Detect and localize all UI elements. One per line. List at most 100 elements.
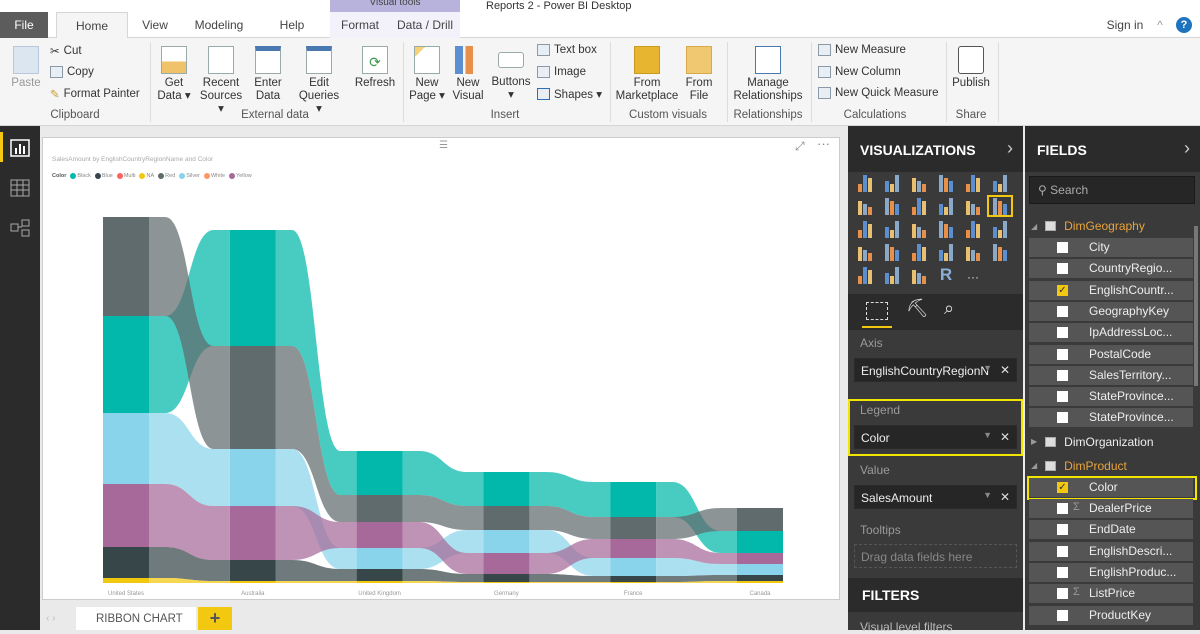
ribbon-na[interactable] — [529, 582, 611, 583]
chevron-down-icon[interactable]: ▼ — [983, 430, 992, 440]
segment-red[interactable] — [610, 517, 657, 539]
checkbox[interactable] — [1057, 545, 1068, 557]
data-view-icon[interactable] — [0, 168, 40, 208]
remove-field-icon[interactable]: ✕ — [1000, 490, 1010, 504]
segment-black[interactable] — [103, 316, 149, 413]
tab-home[interactable]: Home — [56, 12, 128, 39]
edit-queries-button[interactable]: Edit Queries ▾ — [296, 46, 342, 116]
refresh-button[interactable]: ⟳ Refresh — [354, 46, 396, 90]
segment-yellow[interactable] — [737, 553, 783, 564]
segment-silver[interactable] — [610, 558, 657, 576]
expanded-triangle-icon[interactable]: ◢ — [1031, 222, 1037, 231]
ribbon-blue[interactable] — [656, 575, 737, 582]
field-item[interactable]: StateProvince... — [1029, 408, 1193, 428]
image-button[interactable]: Image — [537, 66, 586, 78]
funnel-visual-icon[interactable] — [881, 243, 903, 261]
segment-silver[interactable] — [229, 449, 276, 506]
tab-modeling[interactable]: Modeling — [188, 12, 250, 38]
add-page-button[interactable]: + — [198, 607, 232, 630]
field-item[interactable]: PostalCode — [1029, 344, 1193, 364]
segment-silver[interactable] — [737, 564, 783, 575]
field-item[interactable]: ProductKey — [1029, 605, 1193, 625]
expanded-triangle-icon[interactable]: ◢ — [1031, 461, 1037, 470]
map-visual-icon[interactable] — [989, 220, 1011, 238]
segment-black[interactable] — [737, 531, 783, 553]
clustered-bar-visual-icon[interactable] — [908, 174, 930, 192]
slicer-visual-icon[interactable] — [854, 266, 876, 284]
checkbox[interactable] — [1057, 327, 1068, 339]
segment-black[interactable] — [229, 230, 276, 346]
segment-na[interactable] — [610, 582, 657, 583]
checkbox[interactable] — [1057, 348, 1068, 360]
waterfall-visual-icon[interactable] — [854, 220, 876, 238]
copy-button[interactable]: Copy — [50, 66, 94, 78]
card-visual-icon[interactable] — [935, 243, 957, 261]
segment-na[interactable] — [737, 581, 783, 583]
collapse-chevron-icon[interactable]: › — [1007, 138, 1013, 159]
field-item[interactable]: ✓ EnglishCountr... — [1029, 280, 1193, 300]
fields-tab-icon[interactable] — [866, 302, 888, 320]
100-bar-visual-icon[interactable] — [962, 174, 984, 192]
100-column-visual-icon[interactable] — [989, 174, 1011, 192]
chevron-down-icon[interactable]: ▼ — [983, 490, 992, 500]
model-view-icon[interactable] — [0, 208, 40, 248]
collapse-chevron-icon[interactable]: › — [1184, 138, 1190, 159]
gauge-visual-icon[interactable] — [908, 243, 930, 261]
ribbon-visual-icon[interactable] — [987, 195, 1013, 217]
segment-yellow[interactable] — [483, 553, 530, 574]
multi-row-card-visual-icon[interactable] — [962, 243, 984, 261]
report-view-icon[interactable] — [0, 128, 40, 168]
segment-black[interactable] — [610, 482, 657, 517]
axis-field-well[interactable]: EnglishCountryRegionN ▼ ✕ — [854, 358, 1017, 382]
shapes-button[interactable]: Shapes ▾ — [537, 87, 602, 101]
tab-data-drill[interactable]: Data / Drill — [390, 12, 460, 38]
checkbox[interactable] — [1057, 412, 1068, 424]
stacked-bar-visual-icon[interactable] — [854, 174, 876, 192]
checkbox[interactable]: ✓ — [1057, 284, 1068, 296]
field-item[interactable]: CountryRegio... — [1029, 259, 1193, 279]
segment-red[interactable] — [356, 495, 403, 522]
ribbon-na[interactable] — [275, 581, 357, 583]
field-item[interactable]: GeographyKey — [1029, 301, 1193, 321]
buttons-button[interactable]: Buttons ▾ — [489, 46, 533, 102]
new-visual-button[interactable]: New Visual — [450, 46, 486, 103]
segment-blue[interactable] — [483, 574, 530, 582]
fields-search-input[interactable]: ⚲ Search — [1029, 176, 1195, 204]
kpi-visual-icon[interactable] — [989, 243, 1011, 261]
stacked-area-visual-icon[interactable] — [908, 197, 930, 215]
segment-blue[interactable] — [356, 569, 403, 581]
stacked-column-visual-icon[interactable] — [881, 174, 903, 192]
line-stacked-column-visual-icon[interactable] — [935, 197, 957, 215]
remove-field-icon[interactable]: ✕ — [1000, 363, 1010, 377]
tab-help[interactable]: Help — [270, 12, 314, 38]
publish-button[interactable]: Publish — [950, 46, 992, 90]
segment-silver[interactable] — [103, 413, 149, 484]
clustered-column-visual-icon[interactable] — [935, 174, 957, 192]
new-page-button[interactable]: New Page ▾ — [408, 46, 446, 103]
fields-scrollbar[interactable] — [1194, 226, 1198, 386]
segment-na[interactable] — [103, 578, 149, 583]
treemap-visual-icon[interactable] — [962, 220, 984, 238]
chevron-down-icon[interactable]: ▼ — [983, 363, 992, 373]
line-clustered-column-visual-icon[interactable] — [962, 197, 984, 215]
get-data-button[interactable]: Get Data ▾ — [156, 46, 192, 103]
segment-yellow[interactable] — [229, 506, 276, 560]
checkbox[interactable] — [1057, 609, 1068, 621]
segment-red[interactable] — [103, 217, 149, 316]
pie-visual-icon[interactable] — [908, 220, 930, 238]
segment-blue[interactable] — [103, 547, 149, 578]
collapsed-triangle-icon[interactable]: ▶ — [1031, 437, 1037, 446]
collapse-ribbon-icon[interactable]: ^ — [1152, 12, 1168, 38]
legend-field-well[interactable]: Color ▼ ✕ — [854, 425, 1017, 449]
format-painter-button[interactable]: ✎ Format Painter — [50, 87, 140, 101]
segment-na[interactable] — [356, 581, 403, 583]
field-item[interactable]: IpAddressLoc... — [1029, 323, 1193, 343]
segment-na[interactable] — [483, 582, 530, 583]
r-visual-visual-icon[interactable]: R — [935, 266, 957, 284]
segment-silver[interactable] — [483, 530, 530, 553]
segment-red[interactable] — [483, 506, 530, 530]
segment-yellow[interactable] — [103, 484, 149, 547]
text-box-button[interactable]: Text box — [537, 44, 597, 56]
page-nav-arrows-icon[interactable]: ‹ › — [46, 613, 55, 624]
filled-map-visual-icon[interactable] — [854, 243, 876, 261]
